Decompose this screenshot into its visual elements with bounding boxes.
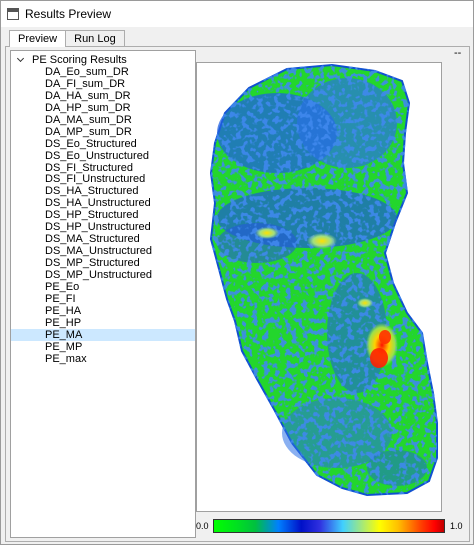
tree-item[interactable]: DS_Eo_Structured: [11, 138, 195, 150]
colorbar-max-label: 1.0: [450, 521, 463, 531]
tree-item[interactable]: DS_HA_Structured: [11, 185, 195, 197]
tree-item[interactable]: PE_HP: [11, 317, 195, 329]
tree-item[interactable]: PE_HA: [11, 305, 195, 317]
window-title: Results Preview: [25, 7, 112, 21]
tree-item[interactable]: DA_HA_sum_DR: [11, 90, 195, 102]
panel-menu-marker[interactable]: --: [454, 47, 461, 59]
title-bar: Results Preview: [1, 1, 473, 27]
tree-items: DA_Eo_sum_DR DA_FI_sum_DR DA_HA_sum_DR DA_H…: [11, 66, 195, 364]
colorbar-gradient: [213, 519, 445, 533]
tree-item[interactable]: DA_Eo_sum_DR: [11, 66, 195, 78]
tree-root-label: PE Scoring Results: [32, 54, 127, 66]
tree-item[interactable]: DA_MA_sum_DR: [11, 114, 195, 126]
tree-item[interactable]: PE_FI: [11, 293, 195, 305]
chevron-down-icon[interactable]: [17, 56, 25, 64]
tab-preview[interactable]: Preview: [9, 30, 67, 47]
tree-item[interactable]: DA_MP_sum_DR: [11, 126, 195, 138]
tree-item[interactable]: DA_HP_sum_DR: [11, 102, 195, 114]
tree-item[interactable]: DS_MP_Structured: [11, 257, 195, 269]
tree-item[interactable]: DS_MP_Unstructured: [11, 269, 195, 281]
map-preview-frame: [196, 62, 442, 512]
colorbar-legend: 0.0 1.0: [194, 517, 466, 535]
colorbar-min-label: 0.0: [196, 521, 209, 531]
raster-map: [209, 63, 438, 497]
results-tree[interactable]: PE Scoring Results DA_Eo_sum_DR DA_FI_sum…: [10, 50, 196, 538]
results-preview-window: Results Preview Preview Run Log PE Scori…: [0, 0, 474, 545]
tree-item[interactable]: PE_MP: [11, 341, 195, 353]
tree-root-node[interactable]: PE Scoring Results: [11, 54, 195, 66]
tree-item[interactable]: PE_Eo: [11, 281, 195, 293]
tree-item[interactable]: PE_max: [11, 353, 195, 365]
tree-item[interactable]: DS_MA_Structured: [11, 233, 195, 245]
tree-item[interactable]: PE_MA: [11, 328, 195, 341]
tree-item[interactable]: DS_FI_Structured: [11, 162, 195, 174]
preview-tab-pane: PE Scoring Results DA_Eo_sum_DR DA_FI_sum…: [5, 46, 470, 542]
tree-item[interactable]: DS_HP_Unstructured: [11, 221, 195, 233]
tree-item[interactable]: DS_HA_Unstructured: [11, 197, 195, 209]
tab-bar: Preview Run Log: [9, 30, 125, 47]
tree-item[interactable]: DS_FI_Unstructured: [11, 173, 195, 185]
tree-item[interactable]: DA_FI_sum_DR: [11, 78, 195, 90]
window-icon: [7, 8, 19, 20]
tree-item[interactable]: DS_MA_Unstructured: [11, 245, 195, 257]
tab-run-log[interactable]: Run Log: [65, 30, 125, 46]
tree-item[interactable]: DS_HP_Structured: [11, 209, 195, 221]
tree-item[interactable]: DS_Eo_Unstructured: [11, 150, 195, 162]
